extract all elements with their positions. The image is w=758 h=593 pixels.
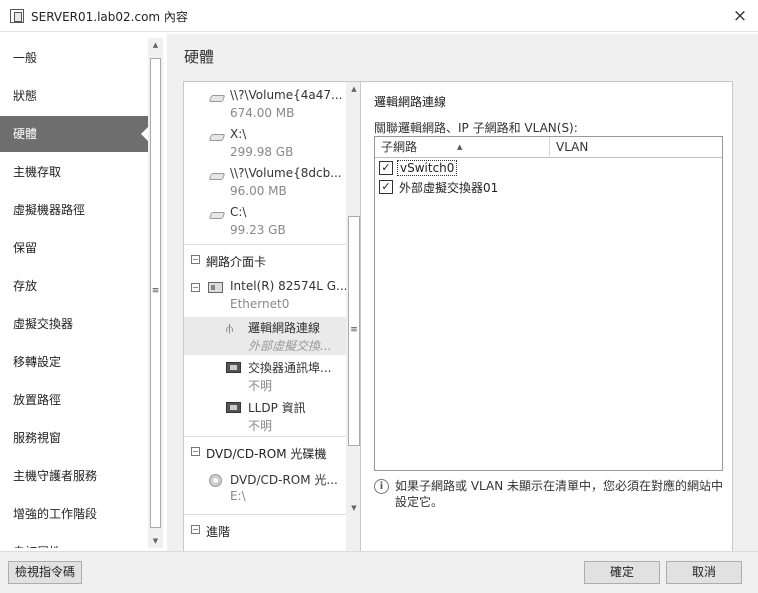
child-name: 交換器通訊埠... [248,361,332,375]
row-checkbox[interactable]: ✓ [379,161,393,175]
sidebar-scrollbar[interactable]: ▲ ≡ ▼ [148,38,163,548]
grid-row[interactable]: ✓ vSwitch0 [375,159,722,178]
tree-item-volume[interactable]: C:\ 99.23 GB [184,203,346,241]
volume-size: 299.98 GB [230,145,294,159]
detail-heading: 邏輯網路連線 [374,95,447,109]
column-label: 子網路 [381,140,418,154]
window-title: SERVER01.lab02.com 內容 [31,10,188,24]
dvd-sub: E:\ [230,489,246,503]
disk-icon [208,173,226,180]
tree-item-volume[interactable]: \\?\Volume{4a47... 674.00 MB [184,86,346,124]
network-adapter-icon [208,282,223,293]
disk-icon [208,95,226,102]
section-label: DVD/CD-ROM 光碟機 [206,447,327,461]
row-label: vSwitch0 [397,160,458,176]
child-sub: 不明 [248,379,273,393]
selected-indicator-icon [141,127,148,141]
volume-name: \\?\Volume{8dcb... [230,166,342,180]
nav-item-general[interactable]: 一般 [0,40,148,76]
nav-item-migration-settings[interactable]: 移轉設定 [0,344,148,380]
nic-sub: Ethernet0 [230,297,290,311]
nav-item-reserves[interactable]: 保留 [0,230,148,266]
collapse-icon[interactable]: − [191,255,200,264]
tree-item-dvd[interactable]: DVD/CD-ROM 光... E:\ [184,470,346,508]
grid-header: 子網路 ▲ VLAN [375,137,722,158]
port-icon [226,362,241,373]
sort-ascending-icon: ▲ [457,143,463,151]
grip-icon: ≡ [350,325,358,335]
tree-section-nic[interactable]: − 網路介面卡 [184,244,346,278]
dvd-name: DVD/CD-ROM 光... [230,473,338,487]
nav-item-hardware[interactable]: 硬體 [0,116,148,152]
tree-item-volume[interactable]: X:\ 299.98 GB [184,125,346,163]
child-name: 邏輯網路連線 [248,321,321,335]
hardware-tree: \\?\Volume{4a47... 674.00 MB X:\ 299.98 … [183,81,363,554]
nav-item-host-access[interactable]: 主機存取 [0,154,148,190]
disk-icon [208,134,226,141]
detail-panel: 邏輯網路連線 關聯邏輯網路、IP 子網路和 VLAN(S): 子網路 ▲ VLA… [360,81,733,554]
row-checkbox[interactable]: ✓ [379,180,393,194]
tree-item-lldp[interactable]: LLDP 資訊 不明 [184,397,346,435]
volume-size: 674.00 MB [230,106,295,120]
ok-button[interactable]: 確定 [584,561,660,584]
child-name: LLDP 資訊 [248,401,306,415]
collapse-icon[interactable]: − [191,283,200,292]
nav-item-virtual-switches[interactable]: 虛擬交換器 [0,306,148,342]
collapse-icon[interactable]: − [191,525,200,534]
title-bar: SERVER01.lab02.com 內容 × [0,0,758,32]
grid-row[interactable]: ✓ 外部虛擬交換器01 [375,178,722,197]
tree-section-advanced[interactable]: − 進階 [184,514,346,548]
tree-item-volume[interactable]: \\?\Volume{8dcb... 96.00 MB [184,164,346,202]
info-text: 如果子網路或 VLAN 未顯示在清單中，您必須在對應的網站中設定它。 [395,479,723,509]
nav-item-servicing-windows[interactable]: 服務視窗 [0,420,148,456]
main-content: 硬體 \\?\Volume{4a47... 674.00 MB X:\ 299.… [167,34,758,554]
column-header-vlan[interactable]: VLAN [550,137,722,158]
disk-icon [208,212,226,219]
close-icon[interactable]: × [728,4,752,28]
child-sub: 不明 [248,419,273,433]
network-icon: ⫛ [226,321,234,335]
grip-icon: ≡ [151,286,160,296]
row-label: 外部虛擬交換器01 [399,181,499,195]
sidebar-nav: 一般 狀態 硬體 主機存取 虛擬機器路徑 保留 存放 虛擬交換器 移轉設定 放置… [0,38,148,548]
scroll-down-icon[interactable]: ▼ [148,534,163,548]
scroll-up-icon[interactable]: ▲ [148,38,163,52]
volume-name: C:\ [230,205,247,219]
collapse-icon[interactable]: − [191,447,200,456]
nic-name: Intel(R) 82574L G... [230,279,348,293]
nav-item-custom-properties[interactable]: 自訂屬性 [0,534,148,548]
sidebar-scroll-thumb[interactable]: ≡ [150,58,161,528]
nav-item-vm-paths[interactable]: 虛擬機器路徑 [0,192,148,228]
section-label: 進階 [206,525,231,539]
view-script-button[interactable]: 檢視指令碼 [8,561,82,584]
tree-section-dvd[interactable]: − DVD/CD-ROM 光碟機 [184,436,346,470]
footer: 檢視指令碼 確定 取消 [0,551,758,593]
volume-name: \\?\Volume{4a47... [230,88,343,102]
nav-item-storage[interactable]: 存放 [0,268,148,304]
tree-item-logical-network[interactable]: ⫛ 邏輯網路連線 外部虛擬交換... [184,317,346,355]
volume-size: 96.00 MB [230,184,287,198]
page-title: 硬體 [184,48,215,66]
child-sub: 外部虛擬交換... [248,339,332,353]
nav-item-status[interactable]: 狀態 [0,78,148,114]
volume-name: X:\ [230,127,247,141]
nav-item-enhanced-session[interactable]: 增強的工作階段 [0,496,148,532]
nav-item-hardware-label: 硬體 [13,127,38,141]
tree-item-nic[interactable]: − Intel(R) 82574L G... Ethernet0 [184,278,348,314]
port-icon [226,402,241,413]
cancel-button[interactable]: 取消 [666,561,742,584]
tree-scroll-thumb[interactable]: ≡ [348,216,360,446]
column-header-subnet[interactable]: 子網路 ▲ [375,137,550,158]
detail-subheading: 關聯邏輯網路、IP 子網路和 VLAN(S): [374,121,578,135]
disc-icon [209,474,222,487]
app-icon [10,9,24,23]
nav-item-placement-paths[interactable]: 放置路徑 [0,382,148,418]
volume-size: 99.23 GB [230,223,286,237]
section-label: 網路介面卡 [206,255,267,269]
tree-item-switch-port[interactable]: 交換器通訊埠... 不明 [184,357,346,395]
nav-item-host-guardian[interactable]: 主機守護者服務 [0,458,148,494]
subnet-vlan-grid[interactable]: 子網路 ▲ VLAN ✓ vSwitch0 ✓ 外部虛擬交換器01 [374,136,723,471]
info-icon: i [374,479,389,494]
